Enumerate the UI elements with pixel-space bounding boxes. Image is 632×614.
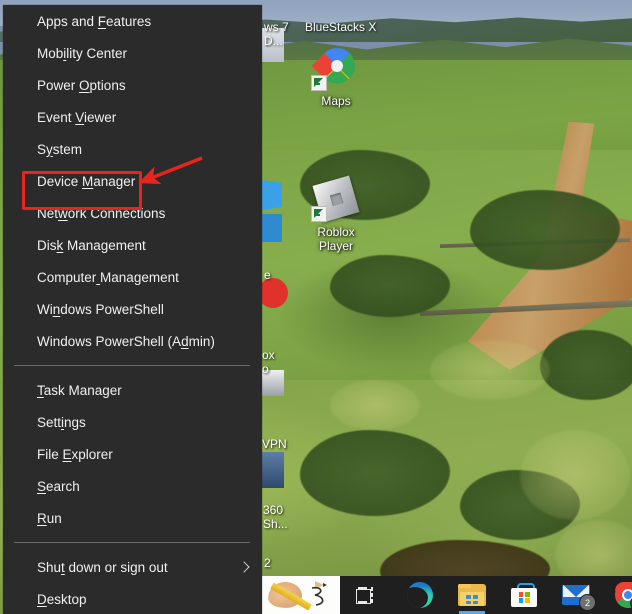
wallpaper-shrub — [330, 255, 450, 317]
menu-item-label: Computer Management — [37, 269, 179, 285]
menu-item-system[interactable]: System — [3, 133, 262, 165]
menu-item-windows-powershell-admin[interactable]: Windows PowerShell (Admin) — [3, 325, 262, 357]
menu-item-label: Event Viewer — [37, 109, 117, 125]
menu-item-network-connections[interactable]: Network Connections — [3, 197, 262, 229]
folder-icon — [458, 584, 486, 606]
menu-item-file-explorer[interactable]: File Explorer — [3, 438, 262, 470]
label-line-2: o — [262, 362, 269, 376]
menu-item-search[interactable]: Search — [3, 470, 262, 502]
menu-separator — [14, 542, 250, 543]
menu-item-label: Shut down or sign out — [37, 559, 168, 575]
power-user-context-menu: Apps and Features Mobility Center Power Op… — [3, 5, 262, 614]
desktop-icon-item-2-glyph[interactable] — [262, 452, 284, 488]
desktop-icon-label-windows-7-vhd: ws 7 D... — [264, 20, 289, 48]
wallpaper-shrub — [540, 330, 632, 400]
taskbar-mail[interactable]: 2 — [550, 576, 602, 614]
menu-item-settings[interactable]: Settings — [3, 406, 262, 438]
taskbar-google-chrome[interactable] — [602, 576, 632, 614]
mail-icon: 2 — [562, 585, 596, 611]
menu-item-label: Mobility Center — [37, 45, 128, 61]
wallpaper-grass-highlight — [430, 340, 550, 400]
chevron-right-icon — [238, 561, 250, 573]
menu-item-apps-and-features[interactable]: Apps and Features — [3, 5, 262, 37]
desktop-icon-vpn-glyph[interactable] — [258, 278, 288, 308]
taskbar-microsoft-edge[interactable] — [394, 576, 446, 614]
menu-item-desktop[interactable]: Desktop — [3, 583, 262, 614]
menu-item-label: Task Manager — [37, 382, 122, 398]
label-line-2: D... — [264, 34, 283, 48]
menu-item-power-options[interactable]: Power Options — [3, 69, 262, 101]
desktop-icon-roblox-player[interactable]: Roblox Player — [297, 175, 375, 253]
menu-item-task-manager[interactable]: Task Manager — [3, 374, 262, 406]
menu-separator — [14, 365, 250, 366]
wallpaper-shrub — [470, 190, 620, 270]
menu-item-label: Search — [37, 478, 80, 494]
taskbar-file-explorer[interactable] — [446, 576, 498, 614]
menu-item-label: Disk Management — [37, 237, 146, 253]
menu-item-mobility-center[interactable]: Mobility Center — [3, 37, 262, 69]
menu-item-label: Settings — [37, 414, 86, 430]
label-line-2: Sh... — [263, 517, 288, 531]
menu-item-windows-powershell[interactable]: Windows PowerShell — [3, 293, 262, 325]
desktop-icon-label-bluestacks-x: BlueStacks X — [305, 20, 377, 34]
menu-item-label: Run — [37, 510, 62, 526]
desktop-icon-label-firefox-partial: ox o — [262, 348, 275, 376]
taskbar-microsoft-store[interactable] — [498, 576, 550, 614]
menu-item-label: Power Options — [37, 77, 126, 93]
taskbar: 2 — [262, 576, 632, 614]
shortcut-overlay-icon — [311, 206, 327, 222]
menu-item-label: File Explorer — [37, 446, 113, 462]
roblox-icon — [311, 175, 360, 223]
desktop-icon-maps[interactable]: Maps — [297, 40, 375, 108]
desktop-icon-firefox-partial-glyph[interactable] — [262, 180, 282, 210]
menu-item-computer-management[interactable]: Computer Management — [3, 261, 262, 293]
desktop-icon-label: Roblox Player — [297, 225, 375, 253]
menu-item-label: Windows PowerShell — [37, 301, 164, 317]
menu-item-label: Network Connections — [37, 205, 166, 221]
menu-item-run[interactable]: Run — [3, 502, 262, 534]
label-line-1: ws 7 — [264, 20, 289, 34]
desktop-icon-label-360-share: 360 Sh... — [263, 503, 288, 531]
desktop-icon-label-edge-partial: e — [264, 268, 271, 282]
desktop-icon-label-vpn: VPN — [262, 437, 287, 451]
wallpaper-grass-highlight — [330, 380, 420, 430]
taskbar-ink-workspace-thumbnail[interactable] — [262, 576, 340, 614]
screen: ws 7 D... BlueStacks X e ox o VPN 360 Sh… — [0, 0, 632, 614]
taskbar-task-view[interactable] — [340, 576, 394, 614]
edge-icon — [407, 582, 433, 608]
desktop-icon-firefox-partial-glyph2[interactable] — [262, 214, 282, 242]
wallpaper-shrub — [300, 430, 450, 516]
desktop-icon-label: Maps — [321, 94, 351, 108]
wallpaper-grass-highlight — [520, 430, 630, 520]
store-icon — [511, 583, 537, 607]
chrome-icon — [615, 582, 632, 610]
task-view-icon — [356, 587, 378, 604]
label-line-1: Roblox — [317, 225, 355, 239]
label-line-2: Player — [318, 239, 353, 253]
menu-item-device-manager[interactable]: Device Manager — [3, 165, 262, 197]
menu-item-event-viewer[interactable]: Event Viewer — [3, 101, 262, 133]
desktop-icon-label-item-2: 2 — [264, 556, 271, 570]
menu-item-label: Apps and Features — [37, 13, 152, 29]
mail-unread-badge: 2 — [579, 594, 596, 611]
menu-item-disk-management[interactable]: Disk Management — [3, 229, 262, 261]
label-line-1: 360 — [263, 503, 284, 517]
menu-item-label: Windows PowerShell (Admin) — [37, 333, 215, 349]
shortcut-overlay-icon — [311, 75, 327, 91]
menu-item-shut-down-or-sign-out[interactable]: Shut down or sign out — [3, 551, 262, 583]
maps-pin-icon — [311, 40, 363, 92]
menu-item-label: Desktop — [37, 591, 87, 607]
squiggle-drawing — [311, 586, 324, 606]
label-line-1: ox — [262, 348, 275, 362]
menu-item-label: System — [37, 141, 83, 157]
pencil-icon — [270, 582, 312, 611]
menu-item-label: Device Manager — [37, 173, 136, 189]
